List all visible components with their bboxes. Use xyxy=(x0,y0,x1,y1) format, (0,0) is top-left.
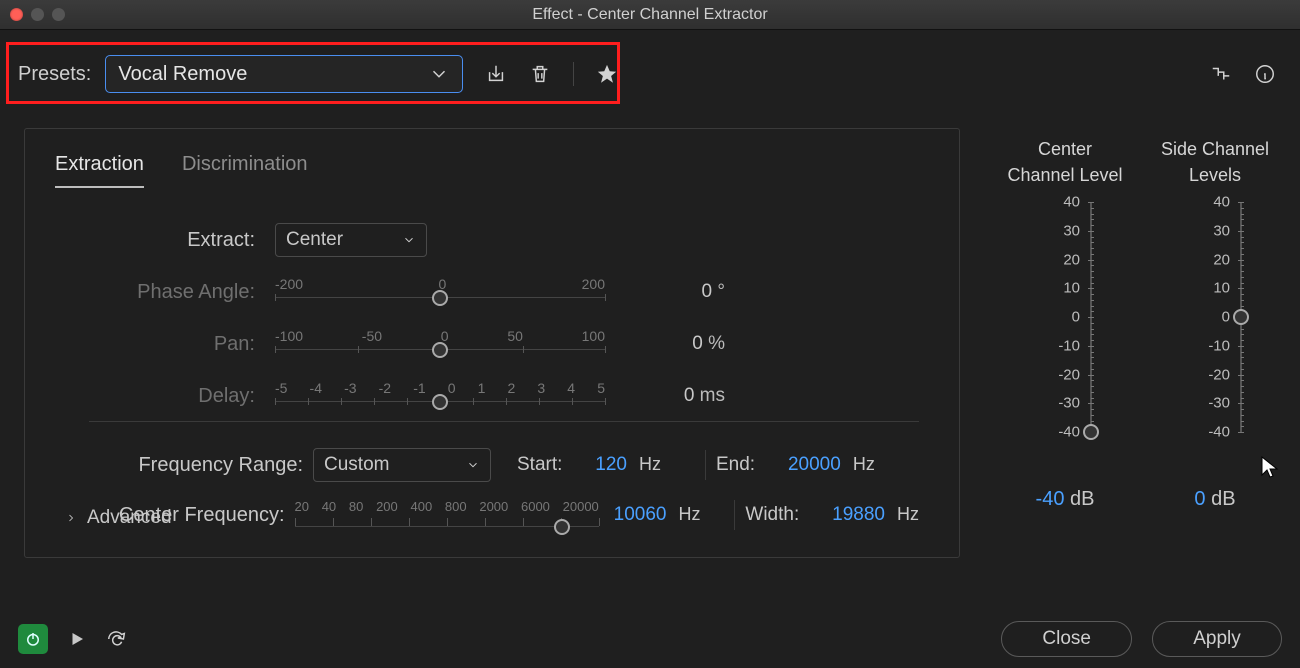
phase-label: Phase Angle: xyxy=(65,281,265,304)
cursor-icon xyxy=(1259,455,1283,479)
advanced-toggle[interactable]: Advanced xyxy=(65,507,172,529)
phase-value[interactable]: 0 ° xyxy=(615,281,725,303)
center-level-meter: CenterChannel Level 403020100-10-20-30-4… xyxy=(990,136,1140,432)
main-panel: Extraction Discrimination Extract: Cente… xyxy=(24,128,960,558)
separator xyxy=(573,62,574,86)
side-level-value[interactable]: 0 dB xyxy=(1150,488,1280,511)
window-title: Effect - Center Channel Extractor xyxy=(532,6,767,24)
chevron-right-icon xyxy=(65,512,77,524)
routing-icon[interactable] xyxy=(1210,63,1232,85)
end-label: End: xyxy=(716,454,755,476)
star-icon[interactable] xyxy=(596,63,618,85)
pan-value[interactable]: 0 % xyxy=(615,333,725,355)
side-level-slider[interactable]: 403020100-10-20-30-40 xyxy=(1178,202,1252,432)
tab-extraction[interactable]: Extraction xyxy=(55,153,144,188)
title-bar: Effect - Center Channel Extractor xyxy=(0,0,1300,30)
pan-label: Pan: xyxy=(65,333,265,356)
start-label: Start: xyxy=(517,454,562,476)
pan-slider[interactable]: -100-50050100 xyxy=(275,328,605,360)
play-icon[interactable] xyxy=(68,630,86,648)
save-preset-icon[interactable] xyxy=(485,63,507,85)
extract-label: Extract: xyxy=(65,229,265,252)
start-value[interactable]: 120 xyxy=(595,454,627,476)
side-level-meter: Side ChannelLevels 403020100-10-20-30-40 xyxy=(1140,136,1290,432)
chevron-down-icon xyxy=(402,233,416,247)
maximize-window-dot[interactable] xyxy=(52,8,65,21)
presets-value: Vocal Remove xyxy=(118,63,247,86)
phase-slider[interactable]: -2000200 xyxy=(275,276,605,308)
freqrange-label: Frequency Range: xyxy=(65,454,313,477)
close-button[interactable]: Close xyxy=(1001,621,1132,657)
apply-button[interactable]: Apply xyxy=(1152,621,1282,657)
loop-icon[interactable] xyxy=(106,628,128,650)
delay-value[interactable]: 0 ms xyxy=(615,385,725,407)
extract-select[interactable]: Center xyxy=(275,223,427,257)
chevron-down-icon xyxy=(466,458,480,472)
center-level-value[interactable]: -40 dB xyxy=(1000,488,1130,511)
divider xyxy=(89,421,919,422)
delay-label: Delay: xyxy=(65,385,265,408)
minimize-window-dot[interactable] xyxy=(31,8,44,21)
trash-icon[interactable] xyxy=(529,63,551,85)
presets-select[interactable]: Vocal Remove xyxy=(105,55,463,93)
power-toggle[interactable] xyxy=(18,624,48,654)
presets-label: Presets: xyxy=(18,63,91,86)
divider xyxy=(705,450,706,480)
footer: Close Apply xyxy=(0,610,1300,668)
divider xyxy=(734,500,735,530)
centerfreq-slider[interactable]: 2040802004008002000600020000 xyxy=(295,499,599,532)
center-level-slider[interactable]: 403020100-10-20-30-40 xyxy=(1028,202,1102,432)
window-traffic-lights xyxy=(10,8,65,21)
width-label: Width: xyxy=(745,504,799,526)
tab-discrimination[interactable]: Discrimination xyxy=(182,153,308,188)
close-window-dot[interactable] xyxy=(10,8,23,21)
end-value[interactable]: 20000 xyxy=(788,454,841,476)
centerfreq-value[interactable]: 10060 xyxy=(614,504,667,526)
delay-slider[interactable]: -5-4-3-2-1012345 xyxy=(275,380,605,412)
chevron-down-icon xyxy=(428,63,450,85)
info-icon[interactable] xyxy=(1254,63,1276,85)
freqrange-select[interactable]: Custom xyxy=(313,448,491,482)
width-value[interactable]: 19880 xyxy=(832,504,885,526)
